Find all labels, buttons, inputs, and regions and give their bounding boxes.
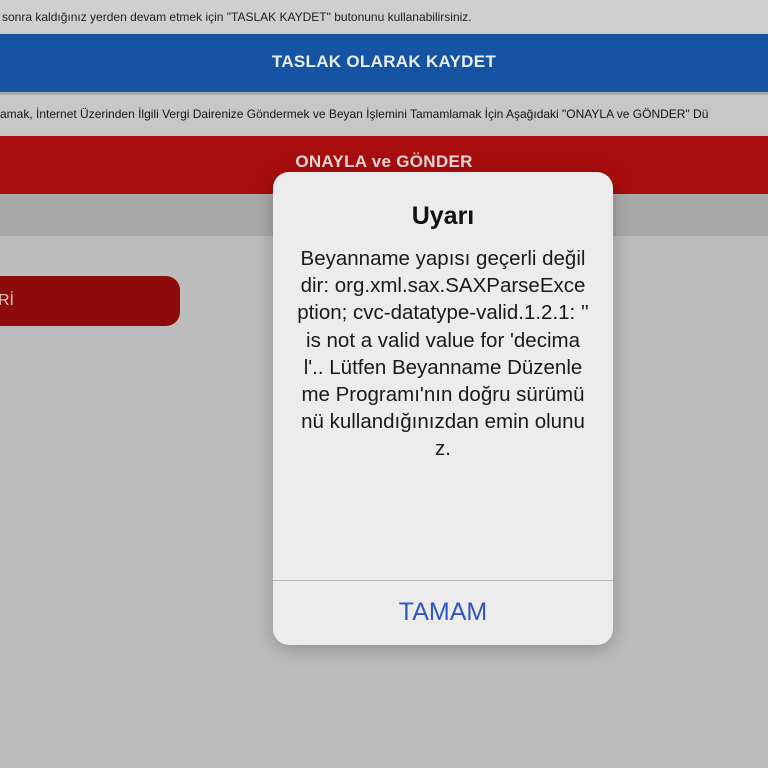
draft-save-hint: sonra kaldığınız yerden devam etmek için… [0, 0, 768, 34]
submission-instructions: amak, İnternet Üzerinden İlgili Vergi Da… [0, 95, 768, 133]
alert-message: Beyanname yapısı geçerli değildir: org.x… [297, 247, 589, 461]
page-background: sonra kaldığınız yerden devam etmek için… [0, 0, 768, 768]
ok-button[interactable]: TAMAM [273, 581, 613, 645]
alert-title: Uyarı [411, 202, 475, 230]
save-draft-button[interactable]: TASLAK OLARAK KAYDET [0, 34, 768, 92]
red-action-button[interactable]: Rİ [0, 276, 180, 326]
alert-dialog: Uyarı Beyanname yapısı geçerli değildir:… [273, 172, 613, 645]
